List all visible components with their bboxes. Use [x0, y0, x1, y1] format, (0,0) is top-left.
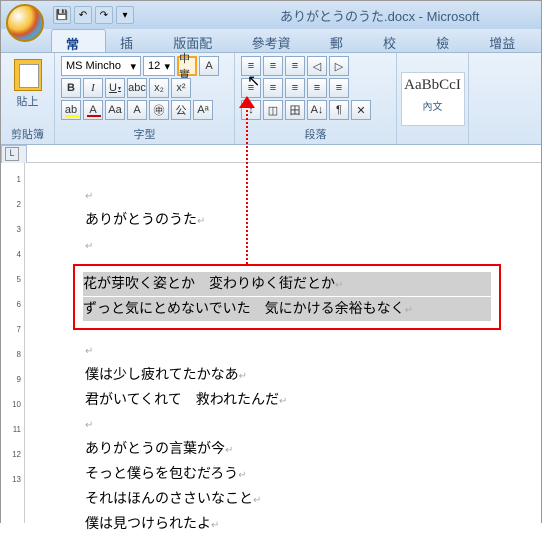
font-color-button[interactable]: A: [83, 100, 103, 120]
paragraph: それはほんのささいなこと↵: [85, 487, 531, 511]
highlight-button[interactable]: ab: [61, 100, 81, 120]
ruler-tick: 3: [9, 225, 21, 234]
justify-button[interactable]: ≡: [307, 78, 327, 98]
ruler-tick: 8: [9, 350, 21, 359]
title-bar: 💾 ↶ ↷ ▾ ありがとうのうた.docx - Microsoft: [1, 1, 541, 29]
ribbon: 貼上 剪貼簿 MS Mincho▾ 12▾ 中實 A B I U▾ abc x₂…: [1, 53, 541, 145]
ruler-tick: 2: [9, 200, 21, 209]
qat-more-button[interactable]: ▾: [116, 6, 134, 24]
tab-insert[interactable]: 插入: [106, 29, 159, 52]
redo-button[interactable]: ↷: [95, 6, 113, 24]
save-button[interactable]: 💾: [53, 6, 71, 24]
align-center-button[interactable]: ≡: [263, 78, 283, 98]
char-border-button[interactable]: A: [199, 56, 219, 76]
font-group-label: 字型: [55, 126, 234, 142]
italic-button[interactable]: I: [83, 78, 103, 98]
ruler-tick: 1: [9, 175, 21, 184]
change-case-button[interactable]: Aa: [105, 100, 125, 120]
clipboard-icon: [14, 59, 42, 91]
paragraph-group: ≡ ≡ ≡ ◁ ▷ ≡ ≡ ≡ ≡ ≡ ↕ ◫ 田 A↓ ¶ ✕ 段落: [235, 53, 397, 144]
ruler-tick: 13: [9, 475, 21, 484]
increase-indent-button[interactable]: ▷: [329, 56, 349, 76]
borders-button[interactable]: 田: [285, 100, 305, 120]
numbering-button[interactable]: ≡: [263, 56, 283, 76]
paragraph: ありがとうのうた↵: [85, 208, 531, 232]
font-group: MS Mincho▾ 12▾ 中實 A B I U▾ abc x₂ x² ab …: [55, 53, 235, 144]
ruler-tick: 10: [9, 400, 21, 409]
align-right-button[interactable]: ≡: [285, 78, 305, 98]
clipboard-group-label: 剪貼簿: [1, 126, 54, 142]
ribbon-tabs: 常用 插入 版面配置 參考資料 郵件 校閱 檢視 增益集: [1, 29, 541, 53]
enclose-char-button[interactable]: ㊥: [149, 100, 169, 120]
tab-addins[interactable]: 增益集: [475, 29, 541, 52]
paragraph: ありがとうの言葉が今↵: [85, 437, 531, 461]
selection-highlight-box: 花が芽吹く姿とか 変わりゆく街だとか↵ ずっと気にとめないでいた 気にかける余裕…: [73, 264, 501, 330]
paragraph: 君がいてくれて 救われたんだ↵: [85, 388, 531, 412]
font-name-combo[interactable]: MS Mincho▾: [61, 56, 141, 76]
ruler-tick: 6: [9, 300, 21, 309]
phonetic-guide-button[interactable]: 中實: [177, 56, 197, 76]
asian-para-button[interactable]: ✕: [351, 100, 371, 120]
office-button[interactable]: [6, 4, 44, 42]
paste-button[interactable]: 貼上: [7, 56, 49, 114]
sort-button[interactable]: A↓: [307, 100, 327, 120]
clipboard-group: 貼上 剪貼簿: [1, 53, 55, 144]
style-normal[interactable]: AaBbCcI 內文: [401, 72, 465, 126]
decrease-indent-button[interactable]: ◁: [307, 56, 327, 76]
annotation-arrow-line: [246, 102, 248, 264]
paragraph: ↵: [85, 183, 531, 207]
document-area: 1 2 3 4 5 6 7 8 9 10 11 12 13 ↵ ありがとうのうた…: [1, 163, 541, 523]
underline-button[interactable]: U▾: [105, 78, 125, 98]
horizontal-ruler[interactable]: L: [25, 145, 541, 163]
font-size-combo[interactable]: 12▾: [143, 56, 175, 76]
styles-group: AaBbCcI 內文: [397, 53, 469, 144]
distribute-button[interactable]: ≡: [329, 78, 349, 98]
multilevel-button[interactable]: ≡: [285, 56, 305, 76]
paste-label: 貼上: [17, 96, 39, 108]
ruler-tick: 7: [9, 325, 21, 334]
paragraph-selected: 花が芽吹く姿とか 変わりゆく街だとか↵: [83, 272, 491, 296]
paragraph-selected: ずっと気にとめないでいた 気にかける余裕もなく↵: [83, 297, 491, 321]
bold-button[interactable]: B: [61, 78, 81, 98]
tab-selector[interactable]: L: [5, 147, 19, 161]
paragraph-group-label: 段落: [235, 126, 396, 142]
paragraph: ↵: [85, 412, 531, 436]
tab-review[interactable]: 校閱: [369, 29, 422, 52]
vertical-ruler[interactable]: 1 2 3 4 5 6 7 8 9 10 11 12 13: [1, 163, 25, 523]
clear-format-button[interactable]: Aᵃ: [193, 100, 213, 120]
tab-references[interactable]: 參考資料: [238, 29, 316, 52]
tab-mail[interactable]: 郵件: [316, 29, 369, 52]
annotation-arrow-head: [239, 96, 255, 108]
ruler-tick: 12: [9, 450, 21, 459]
ruler-tick: 9: [9, 375, 21, 384]
paragraph: 僕は少し疲れてたかなあ↵: [85, 363, 531, 387]
style-label: 內文: [404, 98, 462, 113]
superscript-button[interactable]: x²: [171, 78, 191, 98]
quick-access-toolbar: 💾 ↶ ↷ ▾: [53, 6, 134, 24]
document-page[interactable]: ↵ ありがとうのうた↵ ↵ 花が芽吹く姿とか 変わりゆく街だとか↵ ずっと気にと…: [25, 163, 541, 523]
char-scaling-button[interactable]: A: [127, 100, 147, 120]
paragraph: ↵: [85, 233, 531, 257]
tab-layout[interactable]: 版面配置: [159, 29, 237, 52]
subscript-button[interactable]: x₂: [149, 78, 169, 98]
shading-button[interactable]: ◫: [263, 100, 283, 120]
paragraph: ↵: [85, 338, 531, 362]
tab-home[interactable]: 常用: [51, 29, 106, 52]
ruler-tick: 4: [9, 250, 21, 259]
paragraph: 僕は見つけられたよ↵: [85, 512, 531, 535]
style-sample: AaBbCcI: [404, 77, 462, 94]
tab-view[interactable]: 檢視: [422, 29, 475, 52]
ruler-tick: 11: [9, 425, 21, 434]
show-marks-button[interactable]: ¶: [329, 100, 349, 120]
window-title: ありがとうのうた.docx - Microsoft: [280, 6, 479, 25]
undo-button[interactable]: ↶: [74, 6, 92, 24]
paragraph: そっと僕らを包むだろう↵: [85, 462, 531, 486]
cursor-icon: ↖: [247, 71, 260, 91]
asian-layout-button[interactable]: 公: [171, 100, 191, 120]
strike-button[interactable]: abc: [127, 78, 147, 98]
ruler-tick: 5: [9, 275, 21, 284]
